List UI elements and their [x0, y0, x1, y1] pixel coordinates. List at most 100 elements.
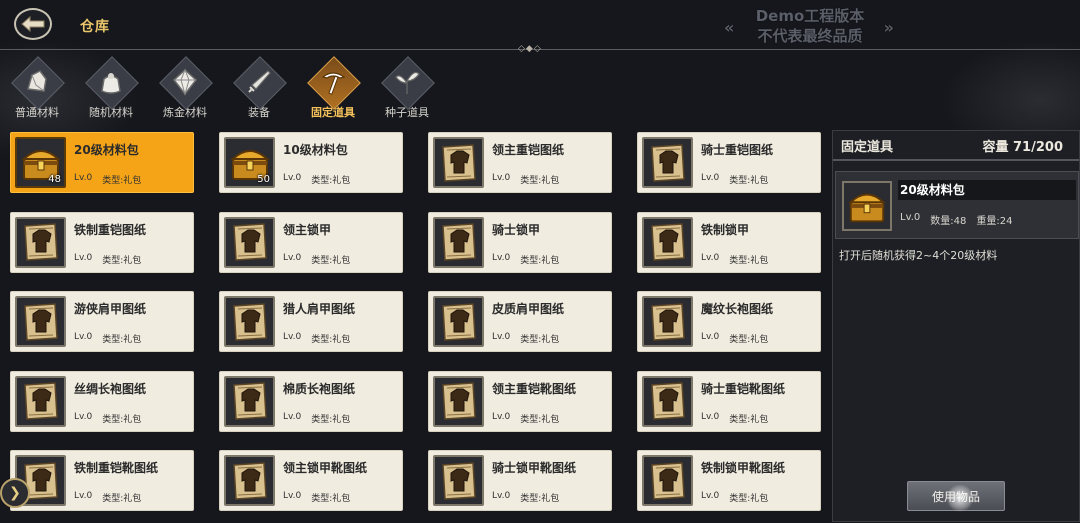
item-type: 类型:礼包 [311, 494, 351, 505]
item-card[interactable]: 铁制重铠图纸 Lv.0 类型:礼包 [10, 211, 194, 273]
item-meta: Lv.0 类型:礼包 [701, 332, 768, 345]
blueprint-icon [232, 382, 267, 421]
blueprint-icon [650, 143, 685, 182]
item-type: 类型:礼包 [729, 494, 769, 505]
panel-header: 固定道具 容量 71/200 [833, 131, 1079, 161]
item-meta: Lv.0 类型:礼包 [283, 491, 350, 504]
item-meta: Lv.0 类型:礼包 [283, 173, 350, 186]
tab-sprout[interactable]: 种子道具 [376, 58, 438, 122]
item-type: 类型:礼包 [311, 176, 351, 186]
item-card[interactable]: 棉质长袍图纸 Lv.0 类型:礼包 [219, 370, 403, 432]
item-level: Lv.0 [492, 173, 511, 183]
tab-bag[interactable]: 随机材料 [80, 58, 142, 122]
item-type: 类型:礼包 [520, 414, 560, 425]
item-name: 领主锁甲靴图纸 [283, 461, 368, 476]
item-type: 类型:礼包 [729, 414, 769, 425]
tab-sword[interactable]: 装备 [228, 58, 290, 122]
item-card[interactable]: 骑士重铠靴图纸 Lv.0 类型:礼包 [637, 370, 821, 432]
item-card[interactable]: 猎人肩甲图纸 Lv.0 类型:礼包 [219, 291, 403, 353]
item-meta: Lv.0 类型:礼包 [492, 491, 559, 504]
item-card[interactable]: 铁制锁甲靴图纸 Lv.0 类型:礼包 [637, 450, 821, 512]
item-name: 领主重铠靴图纸 [492, 381, 577, 396]
capacity-label: 容量 71/200 [982, 139, 1063, 155]
item-card[interactable]: 游侠肩甲图纸 Lv.0 类型:礼包 [10, 291, 194, 353]
item-level: Lv.0 [701, 173, 720, 183]
item-card[interactable]: 皮质肩甲图纸 Lv.0 类型:礼包 [428, 291, 612, 353]
item-thumb [224, 375, 275, 427]
item-card[interactable]: 骑士锁甲靴图纸 Lv.0 类型:礼包 [428, 450, 612, 512]
blueprint-icon [441, 223, 476, 261]
tab-ore[interactable]: 普通材料 [6, 58, 68, 122]
item-level: Lv.0 [701, 411, 720, 422]
item-name: 骑士锁甲靴图纸 [492, 461, 577, 476]
item-level: Lv.0 [74, 173, 93, 183]
item-thumb [224, 296, 275, 348]
item-card[interactable]: 骑士锁甲 Lv.0 类型:礼包 [428, 211, 612, 273]
sword-icon [248, 70, 271, 93]
sprout-icon [395, 71, 420, 94]
item-level: Lv.0 [492, 252, 511, 263]
blueprint-icon [232, 302, 267, 341]
item-card[interactable]: 领主重铠靴图纸 Lv.0 类型:礼包 [428, 370, 612, 432]
item-thumb [433, 375, 484, 427]
item-meta: Lv.0 类型:礼包 [74, 173, 141, 186]
item-name: 10级材料包 [283, 143, 348, 157]
item-type: 类型:礼包 [520, 255, 560, 266]
item-thumb [15, 296, 66, 348]
blueprint-icon [232, 223, 267, 261]
side-expand-arrow-icon[interactable]: ❯ [0, 478, 30, 508]
item-card[interactable]: 48 20级材料包 Lv.0 类型:礼包 [10, 132, 194, 193]
item-level: Lv.0 [701, 491, 720, 502]
item-meta: Lv.0 类型:礼包 [283, 332, 350, 345]
item-thumb: 48 [15, 137, 66, 188]
item-level: Lv.0 [74, 332, 93, 343]
item-name: 游侠肩甲图纸 [74, 302, 147, 317]
item-card[interactable]: 铁制锁甲 Lv.0 类型:礼包 [637, 211, 821, 273]
item-meta: Lv.0 类型:礼包 [701, 173, 768, 186]
category-tabs: 普通材料 随机材料 炼金材料 装备 固定道具 种子道具 [6, 58, 438, 122]
item-thumb [433, 455, 484, 507]
use-item-button[interactable]: 使用物品 [907, 481, 1005, 512]
item-meta: Lv.0 类型:礼包 [701, 253, 768, 266]
item-meta: Lv.0 类型:礼包 [701, 491, 768, 504]
item-type: 类型:礼包 [102, 176, 142, 186]
item-card[interactable]: 领主重铠图纸 Lv.0 类型:礼包 [428, 132, 612, 193]
tab-crystal[interactable]: 炼金材料 [154, 58, 216, 122]
item-level: Lv.0 [283, 411, 302, 422]
tab-icon-frame [383, 58, 431, 106]
detail-panel: 固定道具 容量 71/200 20级材料包 Lv.0 数量:48 重量:24 打… [832, 130, 1080, 522]
item-meta: Lv.0 类型:礼包 [74, 253, 141, 266]
panel-category: 固定道具 [841, 139, 894, 155]
back-button[interactable] [14, 8, 52, 40]
item-card[interactable]: 铁制重铠靴图纸 Lv.0 类型:礼包 [10, 450, 194, 512]
item-card[interactable]: 领主锁甲 Lv.0 类型:礼包 [219, 211, 403, 273]
item-name: 铁制锁甲 [701, 222, 750, 237]
item-card[interactable]: 丝绸长袍图纸 Lv.0 类型:礼包 [10, 370, 194, 432]
item-type: 类型:礼包 [102, 494, 142, 505]
tab-icon-frame [87, 58, 135, 106]
item-card[interactable]: 领主锁甲靴图纸 Lv.0 类型:礼包 [219, 450, 403, 512]
item-level: Lv.0 [283, 491, 302, 502]
item-card[interactable]: 魔纹长袍图纸 Lv.0 类型:礼包 [637, 291, 821, 353]
item-card[interactable]: 骑士重铠图纸 Lv.0 类型:礼包 [637, 132, 821, 193]
item-name: 骑士锁甲 [492, 222, 541, 237]
tab-pickaxe[interactable]: 固定道具 [302, 58, 364, 122]
item-thumb: 50 [224, 137, 275, 188]
blueprint-icon [441, 302, 476, 341]
item-type: 类型:礼包 [729, 335, 769, 346]
item-meta: Lv.0 类型:礼包 [74, 332, 141, 345]
item-name: 猎人肩甲图纸 [283, 302, 356, 317]
item-thumb [15, 216, 66, 268]
item-level: Lv.0 [492, 332, 511, 343]
bag-icon [101, 73, 121, 94]
item-thumb [642, 455, 693, 507]
item-thumb [15, 375, 66, 427]
blueprint-icon [232, 462, 267, 500]
item-name: 丝绸长袍图纸 [74, 381, 147, 396]
item-level: Lv.0 [492, 491, 511, 502]
item-level: Lv.0 [74, 491, 93, 502]
item-card[interactable]: 50 10级材料包 Lv.0 类型:礼包 [219, 132, 403, 193]
watermark-chevron-left-icon: « [724, 18, 735, 37]
blueprint-icon [23, 302, 58, 341]
selected-item-card: 20级材料包 Lv.0 数量:48 重量:24 [835, 171, 1079, 239]
